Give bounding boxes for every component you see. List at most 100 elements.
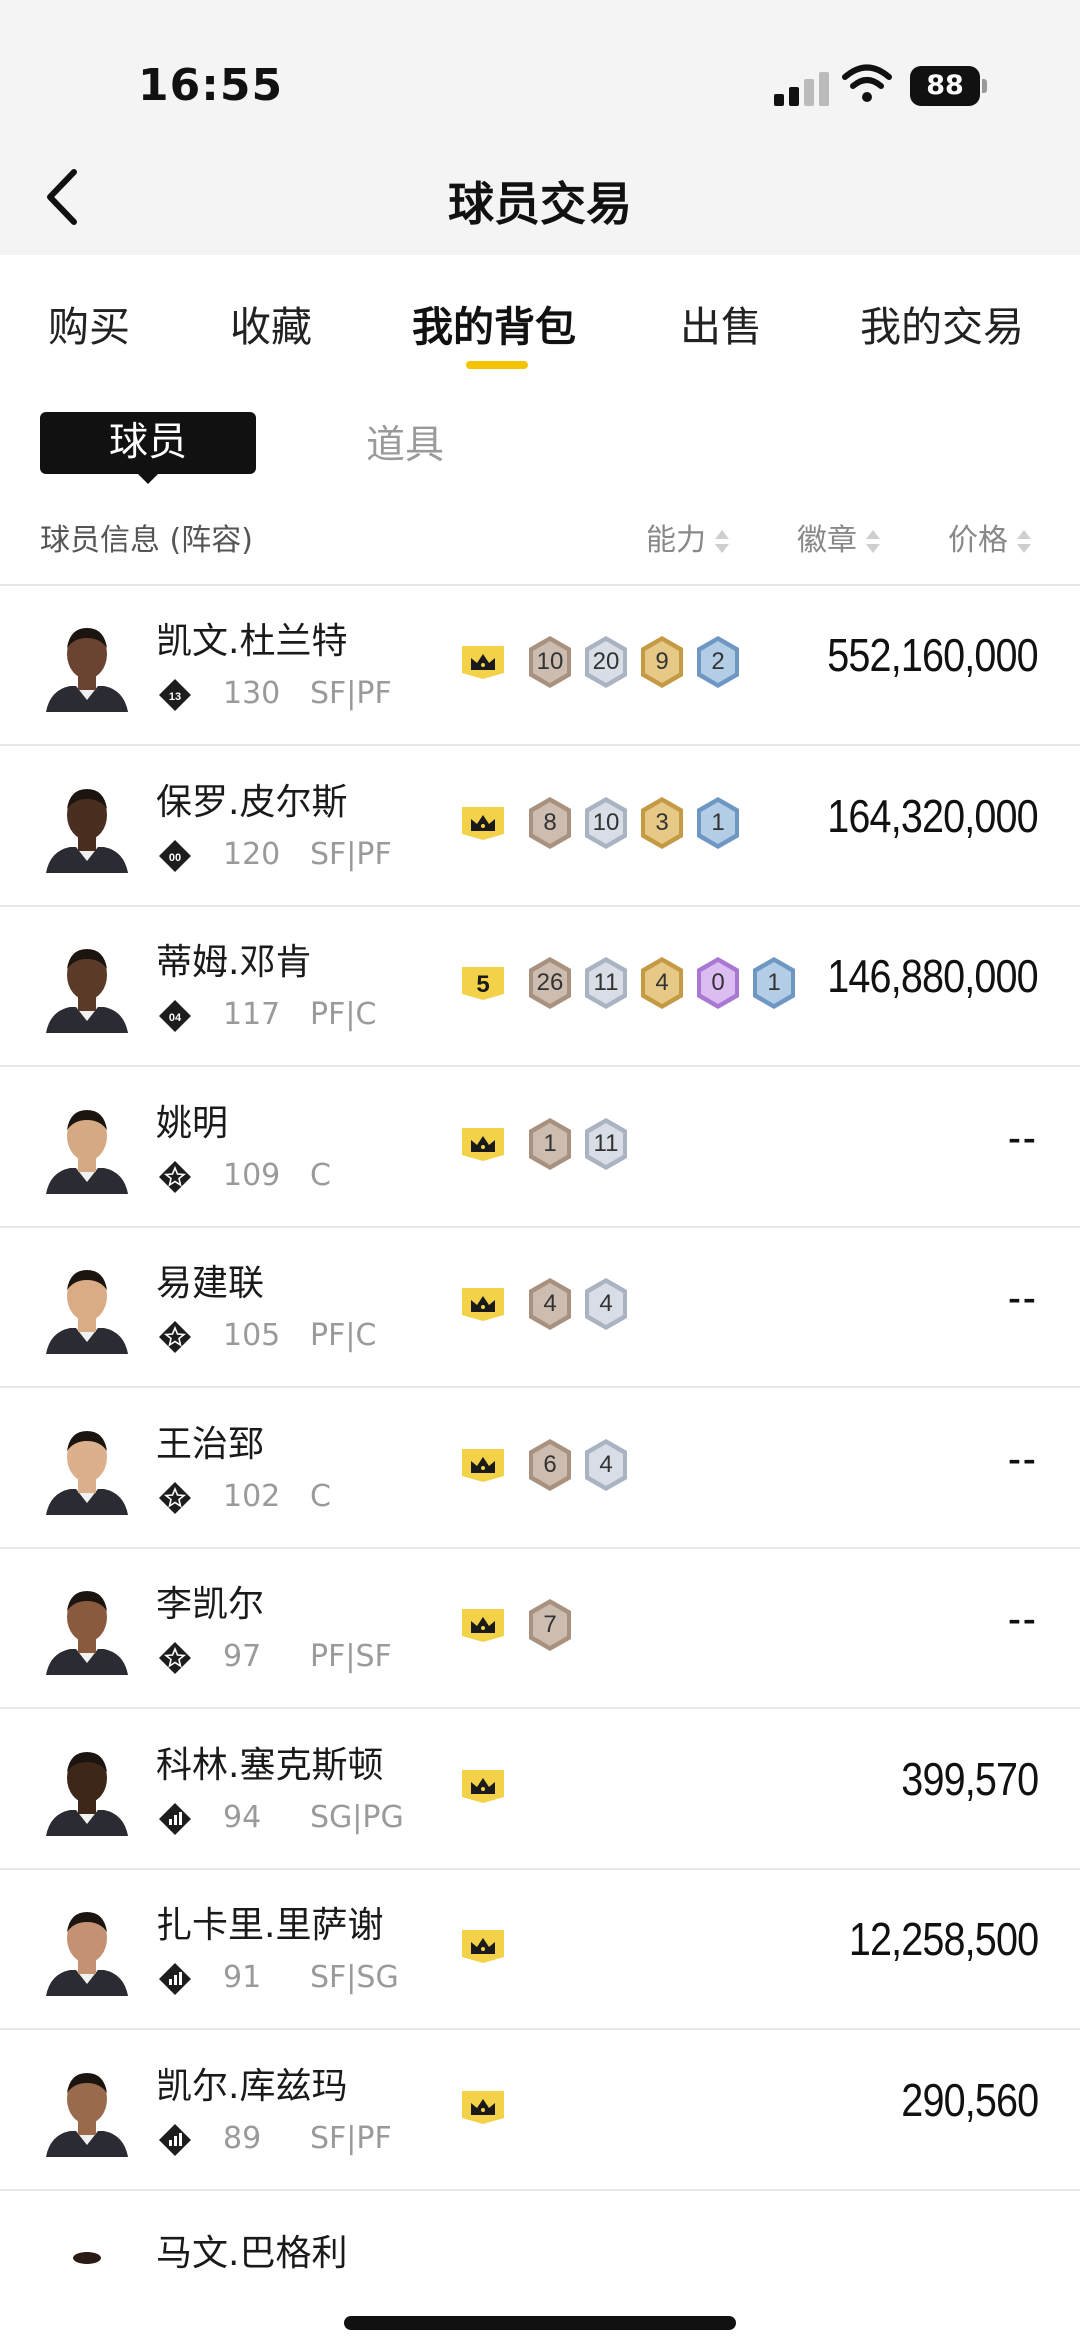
crown-level: 5 — [476, 971, 489, 998]
tab-sell[interactable]: 出售 — [680, 293, 762, 353]
player-name: 王治郅 — [156, 1423, 265, 1465]
badge-count: 7 — [543, 1611, 557, 1638]
badge-count-bronze: 6 — [526, 1437, 574, 1493]
player-avatar — [40, 614, 134, 712]
badge-count: 4 — [655, 969, 669, 996]
cellular-signal-icon — [774, 72, 829, 106]
badge-group: 64 — [458, 1437, 638, 1493]
tier-diamond-icon: 00 — [158, 839, 192, 873]
subtab-items[interactable]: 道具 — [366, 414, 444, 470]
player-avatar — [40, 775, 134, 873]
badge-count: 11 — [593, 1129, 619, 1157]
badge-group: 5 26 11 4 0 1 — [458, 955, 806, 1011]
column-label-ability: 能力 — [646, 523, 706, 558]
badge-count-blue: 1 — [694, 795, 742, 851]
player-price: 552,160,000 — [827, 629, 1038, 681]
player-price: 399,570 — [901, 1752, 1039, 1805]
badge-count-silver: 10 — [582, 795, 630, 851]
player-name: 蒂姆.邓肯 — [156, 942, 312, 983]
battery-level: 88 — [910, 66, 980, 106]
badge-count-bronze: 10 — [526, 634, 574, 690]
player-rating: 91 — [223, 1960, 262, 1995]
badge-group: 44 — [458, 1276, 638, 1332]
badge-count: 8 — [543, 808, 557, 836]
player-position: PF|C — [310, 1318, 377, 1353]
player-position: SF|SG — [310, 1960, 399, 1995]
player-row[interactable]: 科林.塞克斯顿 94 SG|PG 399,570 — [0, 1710, 1080, 1870]
column-label-badges: 徽章 — [797, 523, 857, 558]
player-row[interactable]: 凯文.杜兰特 13 130 SF|PF 10 20 9 2 552,160,000 — [0, 586, 1080, 746]
player-price: -- — [1008, 1110, 1038, 1163]
badge-count-bronze: 8 — [526, 795, 574, 851]
tier-diamond-icon — [158, 1160, 192, 1194]
player-name: 扎卡里.里萨谢 — [156, 1905, 384, 1946]
player-avatar — [40, 1256, 134, 1354]
wifi-icon — [842, 64, 892, 102]
player-row[interactable]: 扎卡里.里萨谢 91 SF|SG 12,258,500 — [0, 1870, 1080, 2030]
badge-group: 10 20 9 2 — [458, 634, 750, 690]
main-tabs: 购买 收藏 我的背包 出售 我的交易 — [0, 255, 1080, 385]
column-header-badges[interactable]: 徽章 — [797, 515, 881, 559]
tier-number: 04 — [169, 1012, 182, 1024]
player-rating: 105 — [223, 1318, 281, 1353]
player-row[interactable]: 姚明 109 C 1 11 -- — [0, 1068, 1080, 1228]
player-avatar — [40, 1417, 134, 1515]
player-row[interactable]: 王治郅 102 C 6 4 -- — [0, 1389, 1080, 1549]
player-name: 凯尔.库兹玛 — [156, 2065, 348, 2107]
player-avatar — [40, 1738, 134, 1836]
badge-count-gold: 9 — [638, 634, 686, 690]
crown-icon — [458, 2088, 508, 2126]
tab-my-backpack[interactable]: 我的背包 — [412, 293, 576, 353]
battery-icon: 88 — [910, 66, 988, 106]
badge-count: 6 — [543, 1450, 557, 1478]
badge-count: 3 — [655, 808, 669, 836]
crown-icon — [458, 1606, 508, 1644]
badge-count-silver: 11 — [582, 955, 630, 1011]
player-row[interactable]: 保罗.皮尔斯 00 120 SF|PF 8 10 3 1 164,320,000 — [0, 747, 1080, 907]
player-rating: 120 — [223, 836, 281, 872]
badge-count: 11 — [593, 969, 619, 996]
player-position: PF|C — [310, 997, 377, 1032]
player-rating: 102 — [223, 1478, 281, 1514]
badge-count: 4 — [599, 1290, 613, 1317]
tab-favorites[interactable]: 收藏 — [230, 293, 312, 353]
tier-diamond-icon — [158, 1802, 192, 1836]
badge-count-gold: 3 — [638, 795, 686, 851]
tier-number: 13 — [169, 691, 181, 703]
player-row[interactable]: 凯尔.库兹玛 89 SF|PF 290,560 — [0, 2031, 1080, 2191]
player-position: C — [310, 1157, 331, 1193]
home-indicator[interactable] — [344, 2316, 736, 2330]
subtab-players[interactable]: 球员 — [40, 412, 256, 474]
player-rating: 130 — [223, 676, 281, 711]
badge-count-silver: 20 — [582, 634, 630, 690]
badge-count: 1 — [711, 808, 725, 836]
crown-icon — [458, 1767, 508, 1805]
player-name: 凯文.杜兰特 — [156, 621, 348, 662]
sort-arrows-icon — [714, 528, 730, 556]
player-avatar — [40, 1898, 134, 1996]
player-row[interactable]: 李凯尔 97 PF|SF 7 -- — [0, 1549, 1080, 1709]
crown-icon — [458, 643, 508, 681]
player-rating: 97 — [223, 1639, 262, 1674]
badge-count: 26 — [536, 969, 564, 996]
tier-diamond-icon: 04 — [158, 999, 192, 1033]
player-row[interactable]: 蒂姆.邓肯 04 117 PF|C 5 26 11 4 0 1 146,880,000 — [0, 907, 1080, 1067]
badge-count-blue: 1 — [750, 955, 798, 1011]
player-name: 易建联 — [156, 1263, 265, 1304]
sort-arrows-icon — [1016, 528, 1032, 556]
player-avatar — [40, 2059, 134, 2157]
player-name: 保罗.皮尔斯 — [156, 781, 348, 823]
column-header-ability[interactable]: 能力 — [646, 515, 730, 559]
tab-my-trades[interactable]: 我的交易 — [860, 293, 1024, 353]
active-tab-indicator — [466, 361, 528, 369]
player-position: SF|PF — [310, 2120, 392, 2156]
player-row[interactable]: 易建联 105 PF|C 4 4 -- — [0, 1228, 1080, 1388]
player-price: -- — [1008, 1592, 1038, 1644]
badge-count: 10 — [592, 808, 620, 836]
tab-buy[interactable]: 购买 — [48, 293, 130, 353]
tier-number: 00 — [169, 852, 181, 864]
column-header-price[interactable]: 价格 — [948, 515, 1032, 559]
badge-count-purple: 0 — [694, 955, 742, 1011]
player-position: SF|PF — [310, 676, 392, 711]
badge-count: 1 — [543, 1129, 557, 1157]
